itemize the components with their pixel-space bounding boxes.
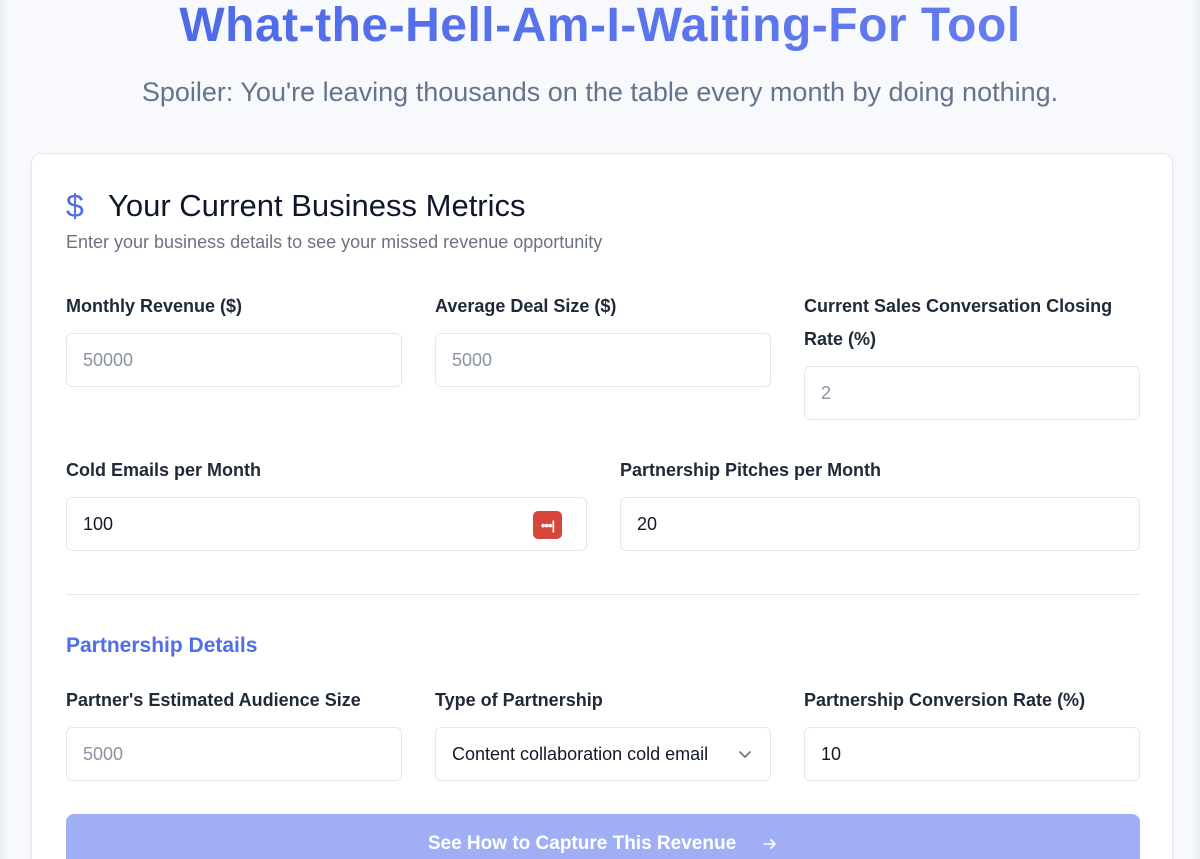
partnership-details-heading: Partnership Details <box>66 634 258 657</box>
password-manager-icon[interactable]: •••| <box>533 511 562 539</box>
partnership-pitches-label: Partnership Pitches per Month <box>620 460 882 480</box>
dollar-icon: $ <box>66 188 84 224</box>
capture-revenue-label: See How to Capture This Revenue <box>427 833 737 854</box>
partnership-type-label: Type of Partnership <box>435 690 603 710</box>
average-deal-size-label: Average Deal Size ($) <box>435 296 617 316</box>
field-partnership-pitches: Partnership Pitches per Month <box>620 454 1140 551</box>
cold-emails-input[interactable] <box>83 513 586 535</box>
metrics-card: $ Your Current Business Metrics Enter yo… <box>31 153 1173 859</box>
field-conversion-rate: Partnership Conversion Rate (%) <box>804 684 1140 781</box>
field-monthly-revenue: Monthly Revenue ($) <box>66 290 402 387</box>
partnership-type-select[interactable]: Content collaboration cold email <box>435 727 771 781</box>
average-deal-size-box <box>435 333 771 387</box>
monthly-revenue-label: Monthly Revenue ($) <box>66 296 243 316</box>
conversion-rate-label: Partnership Conversion Rate (%) <box>804 690 1086 710</box>
page-subtitle: Spoiler: You're leaving thousands on the… <box>141 77 1059 107</box>
capture-revenue-button[interactable]: See How to Capture This Revenue <box>66 814 1140 859</box>
audience-size-box <box>66 727 402 781</box>
closing-rate-box <box>804 366 1140 420</box>
chevron-down-icon <box>739 751 751 758</box>
field-partnership-type: Type of Partnership Content collaboratio… <box>435 684 771 781</box>
page: What-the-Hell-Am-I-Waiting-For Tool Spoi… <box>0 0 1200 859</box>
cold-emails-label: Cold Emails per Month <box>66 460 262 480</box>
section-divider <box>66 594 1140 595</box>
field-cold-emails: Cold Emails per Month •••| <box>66 454 587 551</box>
field-average-deal-size: Average Deal Size ($) <box>435 290 771 387</box>
partnership-pitches-box <box>620 497 1140 551</box>
arrow-right-icon <box>763 839 776 849</box>
monthly-revenue-input[interactable] <box>83 349 401 371</box>
card-title: Your Current Business Metrics <box>108 188 526 223</box>
field-closing-rate: Current Sales Conversation Closing Rate … <box>804 290 1140 420</box>
card-description: Enter your business details to see your … <box>66 232 603 252</box>
closing-rate-label-line1: Current Sales Conversation Closing <box>804 296 1113 316</box>
closing-rate-input[interactable] <box>821 382 1139 404</box>
partnership-type-selected: Content collaboration cold email <box>452 743 709 764</box>
conversion-rate-box <box>804 727 1140 781</box>
card-header: $ Your Current Business Metrics Enter yo… <box>66 188 602 254</box>
audience-size-label: Partner's Estimated Audience Size <box>66 690 361 710</box>
field-audience-size: Partner's Estimated Audience Size <box>66 684 402 781</box>
average-deal-size-input[interactable] <box>452 349 770 371</box>
page-title: What-the-Hell-Am-I-Waiting-For Tool <box>0 0 1200 52</box>
partnership-pitches-input[interactable] <box>637 513 1139 535</box>
monthly-revenue-box <box>66 333 402 387</box>
cold-emails-box: •••| <box>66 497 587 551</box>
audience-size-input[interactable] <box>83 743 401 765</box>
conversion-rate-input[interactable] <box>821 743 1139 765</box>
card-title-row: $ Your Current Business Metrics <box>66 188 602 224</box>
closing-rate-label-line2: Rate (%) <box>804 329 877 349</box>
